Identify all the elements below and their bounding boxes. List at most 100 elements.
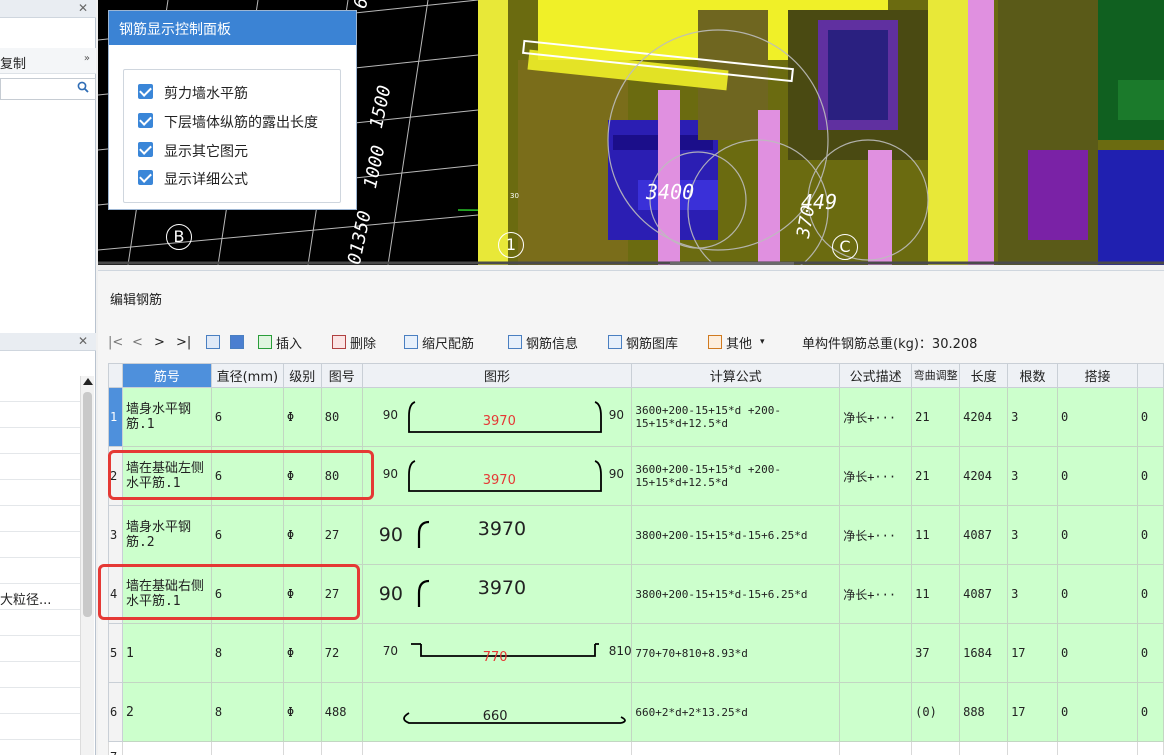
cell-len[interactable]: 888 xyxy=(959,682,1009,742)
cell-formula[interactable]: 770+70+810+8.93*d xyxy=(631,623,841,683)
column-header[interactable]: 级别 xyxy=(282,363,322,388)
cell-count[interactable]: 3 xyxy=(1007,446,1059,506)
cell-lap[interactable] xyxy=(1057,741,1138,755)
cell-len[interactable]: 4087 xyxy=(959,564,1009,624)
cell-grade[interactable]: Φ xyxy=(282,387,322,447)
cell-extra[interactable]: 0 xyxy=(1136,387,1164,447)
cell-desc[interactable]: 净长+··· xyxy=(839,387,913,447)
table-row[interactable]: 1 墙身水平钢筋.1 6 Φ 80 90 3970 90 3600+200-15+15*d +2… xyxy=(108,387,1164,447)
checkbox-icon[interactable] xyxy=(138,170,153,185)
close-icon[interactable]: ✕ xyxy=(78,334,88,348)
cell-extra[interactable] xyxy=(1136,741,1164,755)
rebar-shape-cell[interactable]: 90 3970 90 xyxy=(361,387,633,447)
checkbox-icon[interactable] xyxy=(138,142,153,157)
row-number[interactable]: 3 xyxy=(108,505,123,565)
cell-formula[interactable]: 3800+200-15+15*d-15+6.25*d xyxy=(631,505,841,565)
cell-bend[interactable]: (0) xyxy=(911,682,961,742)
cell-len[interactable] xyxy=(959,741,1009,755)
cell-desc[interactable]: 净长+··· xyxy=(839,564,913,624)
cell-fig[interactable]: 488 xyxy=(320,682,363,742)
cell-extra[interactable]: 0 xyxy=(1136,505,1164,565)
cell-count[interactable]: 3 xyxy=(1007,564,1059,624)
cell-desc[interactable]: 净长+··· xyxy=(839,446,913,506)
cell-dia[interactable]: 6 xyxy=(210,505,284,565)
column-header[interactable]: 搭接 xyxy=(1057,363,1138,388)
cell-dia[interactable]: 8 xyxy=(210,682,284,742)
cell-dia[interactable]: 6 xyxy=(210,387,284,447)
column-header[interactable]: 筋号 xyxy=(121,363,212,388)
cell-fig[interactable]: 72 xyxy=(320,623,363,683)
table-row[interactable]: 5 1 8 Φ 72 70 770 810 770+70+810+8.93*d 37 1684 17 0… xyxy=(108,623,1164,683)
cell-name[interactable]: 1 xyxy=(121,623,212,683)
cell-dia[interactable]: 8 xyxy=(210,623,284,683)
move-up-icon[interactable] xyxy=(206,331,220,353)
row-number[interactable]: 7 xyxy=(108,741,123,755)
row-number[interactable]: 6 xyxy=(108,682,123,742)
cell-count[interactable]: 17 xyxy=(1007,623,1059,683)
cell-grade[interactable]: Φ xyxy=(282,505,322,565)
cell-formula[interactable] xyxy=(631,741,841,755)
cell-bend[interactable]: 11 xyxy=(911,505,961,565)
cell-count[interactable] xyxy=(1007,741,1059,755)
cell-lap[interactable]: 0 xyxy=(1057,446,1138,506)
cell-len[interactable]: 4204 xyxy=(959,446,1009,506)
cell-bend[interactable]: 21 xyxy=(911,387,961,447)
scrollbar[interactable] xyxy=(80,376,94,755)
rebar-shape-cell[interactable] xyxy=(361,741,633,755)
cell-grade[interactable]: Φ xyxy=(282,682,322,742)
rebar-shape-cell[interactable]: 90 3970 xyxy=(361,505,633,565)
cell-extra[interactable]: 0 xyxy=(1136,564,1164,624)
rebar-info-button[interactable]: 钢筋信息 xyxy=(508,331,578,353)
cell-name[interactable]: 2 xyxy=(121,682,212,742)
cell-extra[interactable]: 0 xyxy=(1136,623,1164,683)
search-icon[interactable] xyxy=(77,81,89,93)
prev-record-button[interactable]: < xyxy=(132,331,143,353)
cell-desc[interactable] xyxy=(839,623,913,683)
cell-len[interactable]: 4204 xyxy=(959,387,1009,447)
cell-bend[interactable]: 21 xyxy=(911,446,961,506)
cell-fig[interactable] xyxy=(320,741,363,755)
cell-formula[interactable]: 3600+200-15+15*d +200-15+15*d+12.5*d xyxy=(631,446,841,506)
cell-bend[interactable]: 11 xyxy=(911,564,961,624)
cell-len[interactable]: 4087 xyxy=(959,505,1009,565)
column-header[interactable]: 图号 xyxy=(320,363,363,388)
column-header[interactable]: 公式描述 xyxy=(839,363,913,388)
last-record-button[interactable]: >| xyxy=(176,331,191,353)
cell-name[interactable]: 墙身水平钢筋.1 xyxy=(121,387,212,447)
other-menu-button[interactable]: 其他 ▾ xyxy=(708,331,765,353)
cell-count[interactable]: 3 xyxy=(1007,387,1059,447)
table-row[interactable]: 3 墙身水平钢筋.2 6 Φ 27 90 3970 3800+200-15+15*d-15+6… xyxy=(108,505,1164,565)
first-record-button[interactable]: |< xyxy=(108,331,123,353)
cell-name[interactable] xyxy=(121,741,212,755)
column-header[interactable]: 弯曲调整 xyxy=(911,363,961,388)
rebar-shape-cell[interactable]: 90 3970 90 xyxy=(361,446,633,506)
cell-extra[interactable]: 0 xyxy=(1136,446,1164,506)
cell-count[interactable]: 3 xyxy=(1007,505,1059,565)
close-icon[interactable]: ✕ xyxy=(78,1,88,15)
cell-lap[interactable]: 0 xyxy=(1057,564,1138,624)
next-record-button[interactable]: > xyxy=(154,331,165,353)
move-down-icon[interactable] xyxy=(230,331,244,353)
cell-formula[interactable]: 660+2*d+2*13.25*d xyxy=(631,682,841,742)
rebar-library-button[interactable]: 钢筋图库 xyxy=(608,331,678,353)
cell-len[interactable]: 1684 xyxy=(959,623,1009,683)
double-chevron-right-icon[interactable]: » xyxy=(84,53,90,64)
column-header[interactable]: 长度 xyxy=(959,363,1009,388)
cell-count[interactable]: 17 xyxy=(1007,682,1059,742)
row-number[interactable]: 1 xyxy=(108,387,123,447)
cell-extra[interactable]: 0 xyxy=(1136,682,1164,742)
scrollbar-thumb[interactable] xyxy=(83,392,92,617)
cell-bend[interactable]: 37 xyxy=(911,623,961,683)
checkbox-icon[interactable] xyxy=(138,113,153,128)
column-header-extra[interactable] xyxy=(1136,363,1164,388)
search-input[interactable] xyxy=(0,78,96,100)
rebar-shape-cell[interactable]: 70 770 810 xyxy=(361,623,633,683)
cell-bend[interactable] xyxy=(911,741,961,755)
list-item[interactable]: 大粒径... xyxy=(0,584,80,610)
cell-lap[interactable]: 0 xyxy=(1057,387,1138,447)
cell-name[interactable]: 墙身水平钢筋.2 xyxy=(121,505,212,565)
cell-lap[interactable]: 0 xyxy=(1057,682,1138,742)
cell-desc[interactable] xyxy=(839,741,913,755)
cell-lap[interactable]: 0 xyxy=(1057,505,1138,565)
checkbox-icon[interactable] xyxy=(138,84,153,99)
